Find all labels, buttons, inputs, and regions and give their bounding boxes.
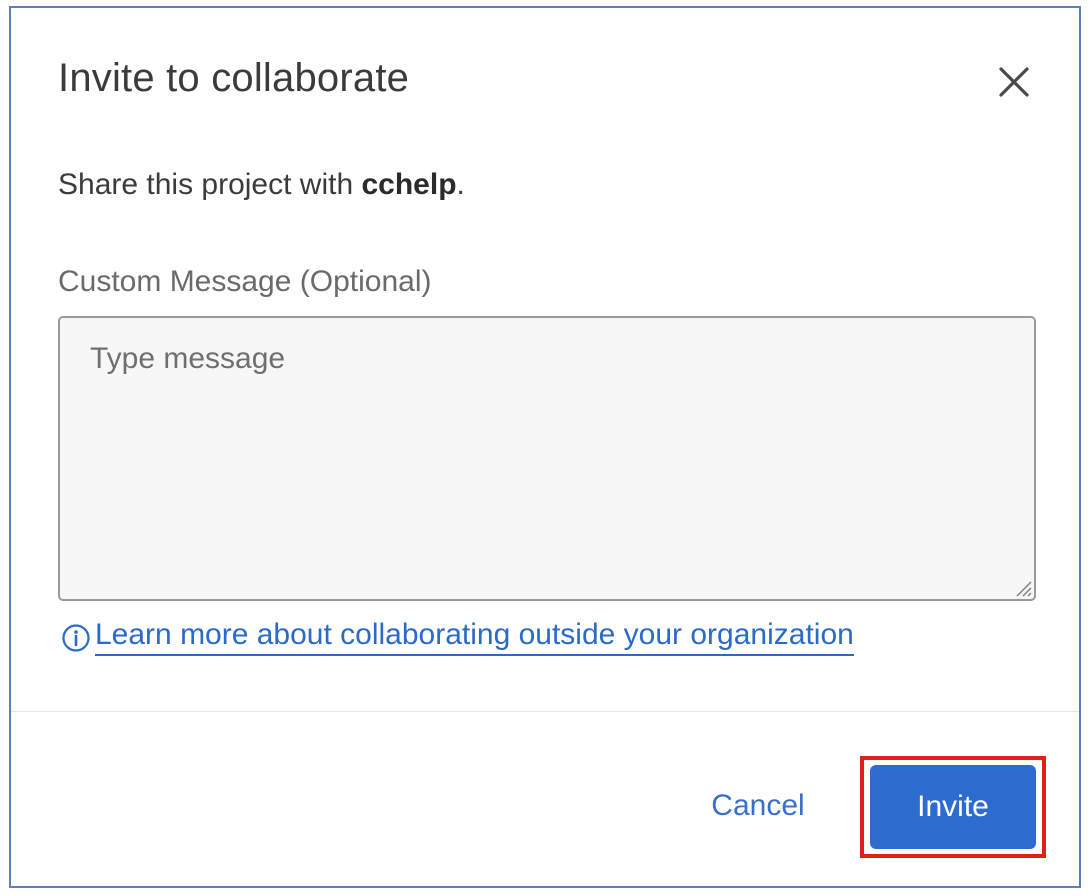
custom-message-input[interactable] [58,316,1036,601]
invite-dialog: Invite to collaborate Share this project… [9,6,1081,888]
close-icon[interactable] [996,64,1032,100]
resize-handle-icon[interactable] [1014,579,1032,597]
footer-divider [11,711,1079,712]
cancel-button[interactable]: Cancel [685,764,831,848]
invite-button[interactable]: Invite [870,765,1036,849]
dialog-title: Invite to collaborate [58,56,410,100]
share-suffix: . [456,168,465,201]
share-description: Share this project with cchelp. [58,168,465,202]
project-name: cchelp [361,168,457,201]
learn-more-text[interactable]: Learn more about collaborating outside y… [95,618,854,656]
share-prefix: Share this project with [58,168,362,201]
custom-message-label: Custom Message (Optional) [58,265,432,298]
info-icon [62,624,90,652]
learn-more-link[interactable]: Learn more about collaborating outside y… [61,618,854,656]
